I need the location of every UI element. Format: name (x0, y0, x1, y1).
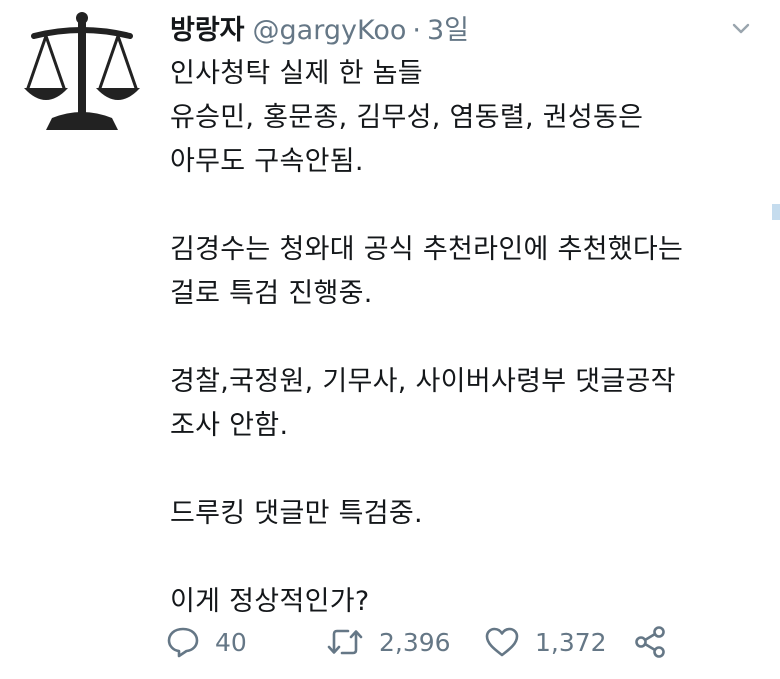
share-icon (635, 626, 665, 658)
like-count: 1,372 (535, 627, 607, 657)
scroll-indicator (772, 204, 780, 220)
heart-icon (485, 627, 519, 657)
separator: · (412, 15, 421, 46)
like-button[interactable]: 1,372 (483, 624, 633, 660)
author-name[interactable]: 방랑자 (170, 8, 245, 47)
author-handle[interactable]: @gargyKoo (253, 15, 407, 46)
tweet-text: 인사청탁 실제 한 놈들 유승민, 홍문종, 김무성, 염동렬, 권성동은 아무… (170, 52, 760, 624)
tweet-header: 방랑자 @gargyKoo · 3일 (170, 8, 469, 48)
avatar[interactable] (22, 8, 142, 132)
tweet-text-line: 아무도 구속안됨. (170, 146, 364, 177)
tweet-text-line: 인사청탁 실제 한 놈들 (170, 58, 423, 89)
reply-count: 40 (215, 627, 247, 657)
chevron-down-icon (732, 23, 750, 34)
tweet-text-line: 드루킹 댓글만 특검중. (170, 498, 423, 529)
tweet-text-line: 조사 안함. (170, 410, 289, 441)
scales-of-justice-icon (24, 12, 140, 130)
tweet-text-line: 김경수는 청와대 공식 추천라인에 추천했다는 (170, 234, 684, 265)
tweet-text-line: 이게 정상적인가? (170, 586, 370, 617)
reply-button[interactable]: 40 (165, 624, 325, 660)
speech-bubble-icon (167, 627, 199, 658)
tweet-actions: 40 2,396 1,372 (165, 620, 669, 664)
tweet-time[interactable]: 3일 (427, 8, 469, 47)
tweet-text-line: 걸로 특검 진행중. (170, 278, 373, 309)
tweet-text-line: 유승민, 홍문종, 김무성, 염동렬, 권성동은 (170, 102, 644, 133)
tweet-menu-button[interactable] (730, 18, 752, 40)
share-button[interactable] (633, 624, 669, 660)
retweet-icon (327, 629, 363, 655)
retweet-count: 2,396 (379, 627, 451, 657)
retweet-button[interactable]: 2,396 (325, 624, 483, 660)
tweet-text-line: 경찰,국정원, 기무사, 사이버사령부 댓글공작 (170, 366, 676, 397)
